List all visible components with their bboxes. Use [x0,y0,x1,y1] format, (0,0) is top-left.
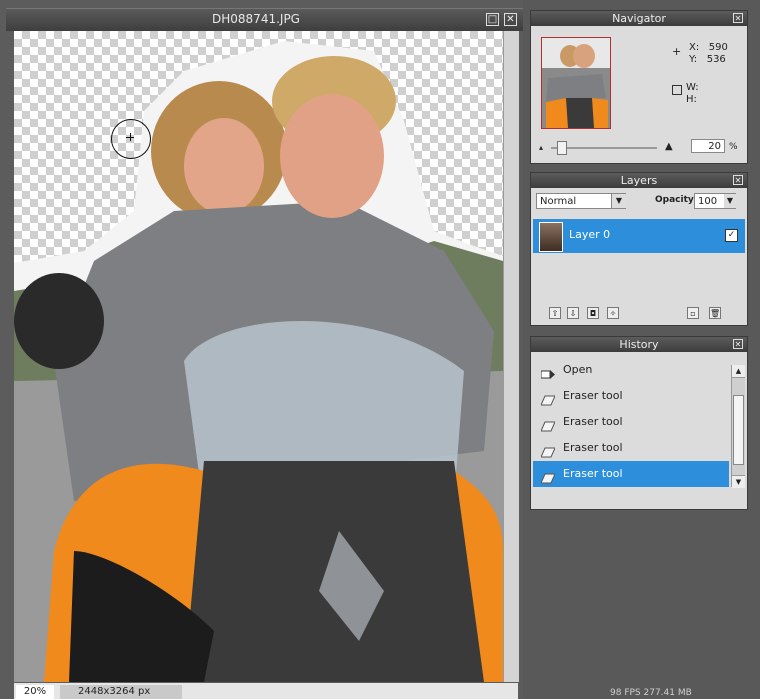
zoom-slider-handle[interactable] [557,141,567,155]
h-label: H: [686,94,697,105]
x-label: X: [689,42,700,53]
close-icon[interactable]: ✕ [733,339,743,349]
opacity-label: Opacity: [655,195,698,205]
layer-styles-icon[interactable]: ✧ [607,307,619,319]
image-canvas[interactable] [14,31,503,682]
close-icon[interactable]: ✕ [504,13,517,26]
history-item[interactable]: Open [533,357,729,383]
eraser-icon [540,416,556,432]
document-title: DH088741.JPG [212,12,300,26]
zoom-readout[interactable]: 20% [16,685,54,699]
eraser-icon [540,442,556,458]
layer-visibility-checkbox[interactable]: ✓ [725,229,738,242]
history-panel: History ✕ Open Eraser tool Eraser tool E… [530,336,748,510]
move-layer-down-icon[interactable]: ⇩ [567,307,579,319]
navigator-title: Navigator [531,11,747,26]
layers-title: Layers [531,173,747,188]
history-label: Eraser tool [563,441,623,454]
move-layer-up-icon[interactable]: ⇧ [549,307,561,319]
history-scrollbar[interactable]: ▲ ▼ [731,365,745,488]
new-layer-icon[interactable]: ▫ [687,307,699,319]
layer-name: Layer 0 [569,228,611,241]
w-label: W: [686,82,699,93]
history-label: Eraser tool [563,467,623,480]
x-value: 590 [708,42,728,53]
cursor-coordinates: X: 590 Y: 536 [689,42,728,66]
layer-thumbnail [539,222,563,252]
brush-cursor-icon [111,119,151,159]
history-label: Eraser tool [563,389,623,402]
navigator-panel: Navigator ✕ + X: 590 Y: 536 W: H: ▴ ▲ 20… [530,10,748,164]
image-size-readout: 2448x3264 px [60,685,182,699]
scroll-thumb[interactable] [733,395,744,465]
zoom-out-icon[interactable]: ▴ [539,143,543,152]
document-titlebar[interactable]: DH088741.JPG □ ✕ [6,8,523,31]
fps-memory-readout: 98 FPS 277.41 MB [610,688,692,698]
scroll-down-icon[interactable]: ▼ [732,475,745,488]
photo-layer [14,41,503,682]
layers-panel: Layers ✕ Normal ▼ Opacity: 100 ▼ Layer 0… [530,172,748,326]
history-item-selected[interactable]: Eraser tool [533,461,729,487]
y-label: Y: [689,54,698,65]
zoom-in-icon[interactable]: ▲ [665,141,673,152]
y-value: 536 [706,54,726,65]
layer-mask-icon[interactable]: ◘ [587,307,599,319]
document-window: DH088741.JPG □ ✕ 20% 2448x3264 px [0,0,523,699]
zoom-input[interactable]: 20 [691,139,725,153]
open-icon [540,364,555,379]
vertical-scrollbar[interactable] [503,31,519,682]
chevron-down-icon[interactable]: ▼ [611,194,626,208]
scroll-up-icon[interactable]: ▲ [732,365,745,378]
selection-size: W: H: [686,82,699,106]
close-icon[interactable]: ✕ [733,13,743,23]
maximize-icon[interactable]: □ [486,13,499,26]
history-item[interactable]: Eraser tool [533,409,729,435]
crosshair-icon: + [672,45,682,58]
history-item[interactable]: Eraser tool [533,383,729,409]
delete-layer-icon[interactable]: 🗑 [709,307,721,319]
eraser-icon [540,468,556,484]
close-icon[interactable]: ✕ [733,175,743,185]
history-label: Open [563,363,593,376]
chevron-down-icon[interactable]: ▼ [724,194,736,208]
eraser-icon [540,390,556,406]
zoom-unit: % [729,142,738,152]
history-item[interactable]: Eraser tool [533,435,729,461]
layer-row[interactable]: Layer 0 ✓ [533,219,745,253]
selection-size-icon [672,85,682,95]
history-label: Eraser tool [563,415,623,428]
history-title: History [531,337,747,352]
navigator-thumbnail[interactable] [541,37,611,129]
